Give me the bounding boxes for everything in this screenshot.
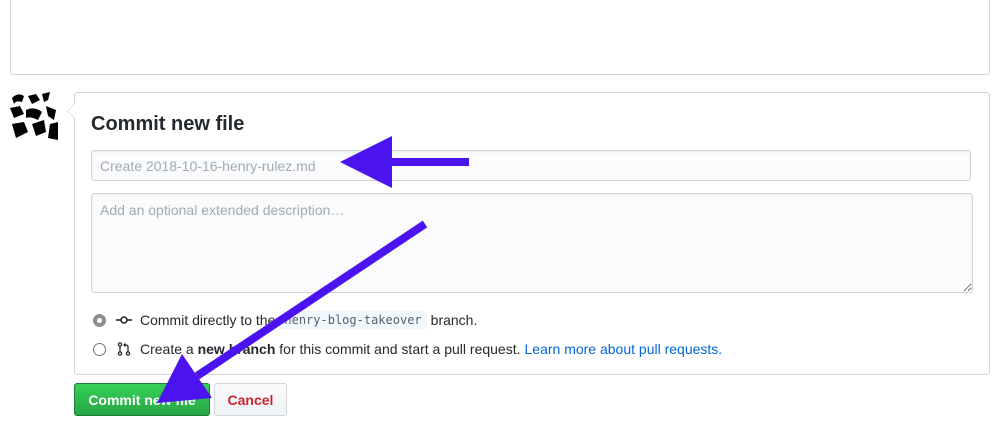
git-commit-icon [116, 316, 132, 324]
new-branch-bold: new branch [197, 341, 276, 357]
cancel-button[interactable]: Cancel [214, 383, 287, 416]
git-pull-request-icon [117, 342, 131, 356]
commit-title: Commit new file [91, 113, 245, 135]
new-branch-suffix: for this commit and start a pull request… [279, 341, 521, 357]
file-editor-box [10, 0, 990, 75]
new-branch-option[interactable]: Create a new branch for this commit and … [93, 339, 722, 359]
new-branch-prefix: Create a [140, 341, 194, 357]
commit-direct-suffix: branch. [430, 312, 478, 328]
branch-name: henry-blog-takeover [279, 311, 427, 329]
commit-description-textarea[interactable] [91, 193, 973, 293]
commit-direct-option[interactable]: Commit directly to the henry-blog-takeov… [93, 310, 477, 330]
commit-summary-input[interactable] [91, 150, 971, 181]
commit-direct-label: Commit directly to the [140, 312, 276, 328]
commit-direct-radio[interactable] [93, 313, 106, 327]
pull-requests-help-link[interactable]: Learn more about pull requests. [525, 341, 723, 357]
new-branch-radio[interactable] [93, 342, 106, 356]
commit-panel: Commit new file Commit directly to the h… [67, 92, 990, 375]
commit-new-file-button[interactable]: Commit new file [74, 383, 210, 416]
avatar [10, 92, 58, 140]
